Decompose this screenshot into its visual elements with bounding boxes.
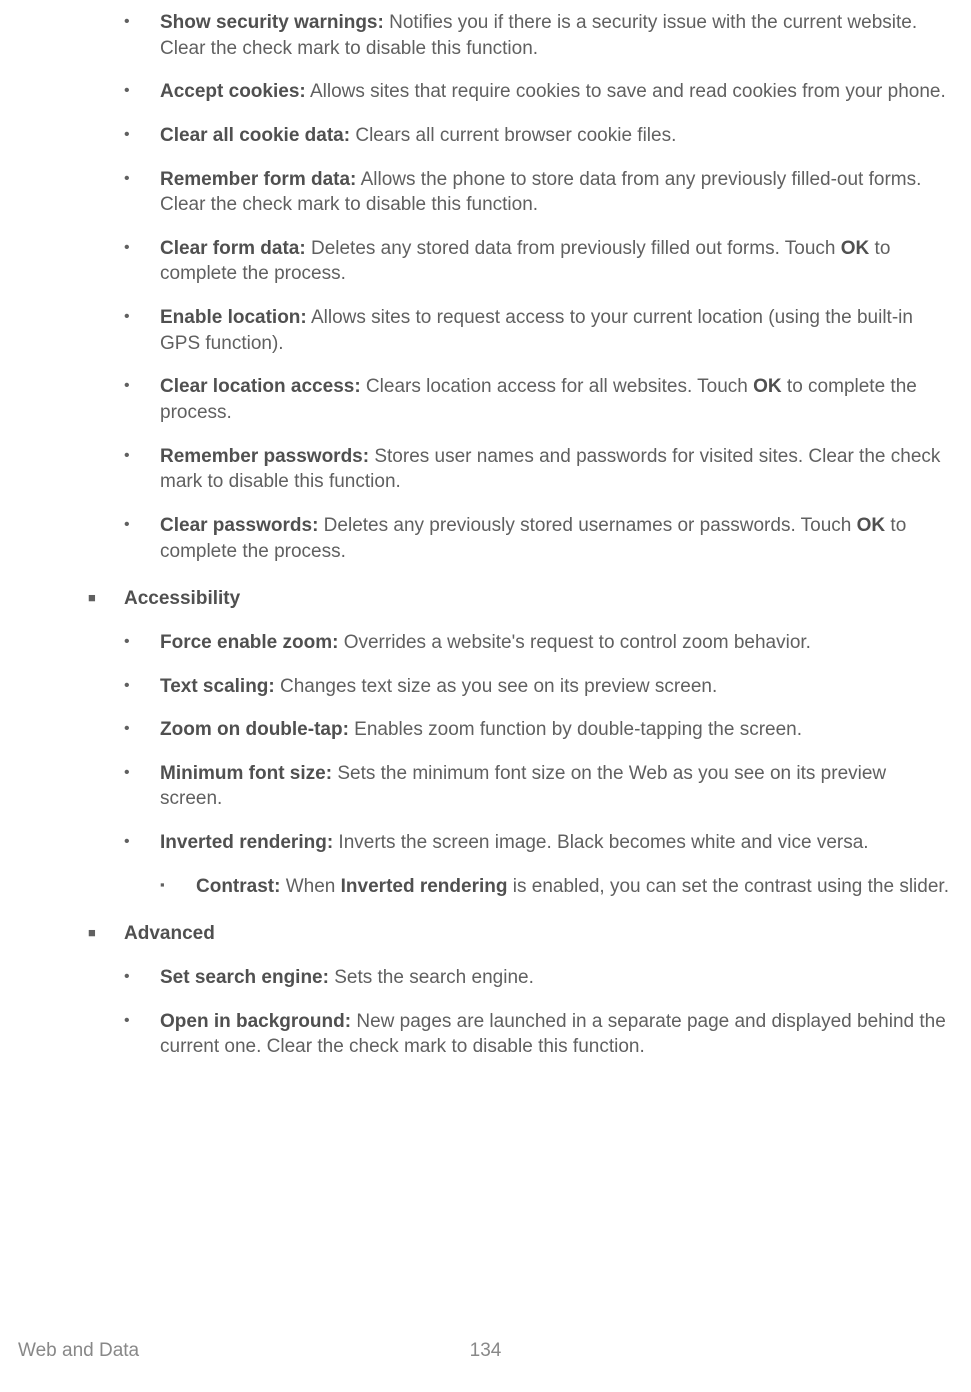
bullet-icon: • bbox=[124, 10, 160, 61]
list-item-body: Zoom on double-tap: Enables zoom functio… bbox=[160, 717, 953, 743]
bullet-icon: • bbox=[124, 830, 160, 856]
list-item: •Inverted rendering: Inverts the screen … bbox=[18, 830, 953, 856]
list-item-label: Clear all cookie data: bbox=[160, 125, 350, 146]
list-item-desc: Overrides a website's request to control… bbox=[338, 632, 811, 653]
sections: ■Accessibility•Force enable zoom: Overri… bbox=[18, 586, 953, 1060]
list-item: •Minimum font size: Sets the minimum fon… bbox=[18, 761, 953, 812]
sub-list-item: ▪Contrast: When Inverted rendering is en… bbox=[18, 874, 953, 900]
list-item-desc: When bbox=[280, 876, 340, 897]
section-title: Advanced bbox=[124, 921, 215, 947]
list-item: •Accept cookies: Allows sites that requi… bbox=[18, 79, 953, 105]
list-item-label: Zoom on double-tap: bbox=[160, 719, 349, 740]
bullet-icon: • bbox=[124, 965, 160, 991]
list-item: •Force enable zoom: Overrides a website'… bbox=[18, 630, 953, 656]
bold-inline: OK bbox=[753, 376, 782, 397]
list-item: •Remember form data: Allows the phone to… bbox=[18, 167, 953, 218]
bullet-icon: • bbox=[124, 674, 160, 700]
list-item-label: Inverted rendering: bbox=[160, 832, 333, 853]
section-title: Accessibility bbox=[124, 586, 240, 612]
list-item: •Open in background: New pages are launc… bbox=[18, 1009, 953, 1060]
list-item-body: Text scaling: Changes text size as you s… bbox=[160, 674, 953, 700]
bold-inline: OK bbox=[841, 238, 870, 259]
list-item-label: Enable location: bbox=[160, 307, 307, 328]
bullet-icon: • bbox=[124, 761, 160, 812]
list-item-label: Text scaling: bbox=[160, 676, 275, 697]
list-item-desc: Enables zoom function by double-tapping … bbox=[349, 719, 802, 740]
bullet-icon: • bbox=[124, 630, 160, 656]
list-item-body: Clear form data: Deletes any stored data… bbox=[160, 236, 953, 287]
list-item-body: Contrast: When Inverted rendering is ena… bbox=[196, 874, 953, 900]
list-item-desc: Clears location access for all websites.… bbox=[361, 376, 754, 397]
small-square-bullet-icon: ▪ bbox=[160, 874, 196, 900]
list-item-body: Accept cookies: Allows sites that requir… bbox=[160, 79, 953, 105]
list-item-desc: Clears all current browser cookie files. bbox=[350, 125, 676, 146]
bullet-icon: • bbox=[124, 1009, 160, 1060]
list-item-body: Enable location: Allows sites to request… bbox=[160, 305, 953, 356]
list-item-label: Remember form data: bbox=[160, 169, 356, 190]
list-item-label: Contrast: bbox=[196, 876, 280, 897]
list-item-label: Force enable zoom: bbox=[160, 632, 338, 653]
list-item-label: Minimum font size: bbox=[160, 763, 332, 784]
footer-page-number: 134 bbox=[470, 1338, 502, 1364]
bold-inline: OK bbox=[857, 515, 886, 536]
list-item-body: Clear location access: Clears location a… bbox=[160, 374, 953, 425]
list-item-body: Set search engine: Sets the search engin… bbox=[160, 965, 953, 991]
list-item-desc: Inverts the screen image. Black becomes … bbox=[333, 832, 868, 853]
bullet-icon: • bbox=[124, 79, 160, 105]
list-item-body: Clear all cookie data: Clears all curren… bbox=[160, 123, 953, 149]
bullet-icon: • bbox=[124, 374, 160, 425]
list-item-label: Accept cookies: bbox=[160, 81, 306, 102]
list-item: •Clear all cookie data: Clears all curre… bbox=[18, 123, 953, 149]
list-item-desc: Allows sites that require cookies to sav… bbox=[306, 81, 946, 102]
list-item-body: Remember passwords: Stores user names an… bbox=[160, 444, 953, 495]
list-item-label: Clear location access: bbox=[160, 376, 361, 397]
bold-inline: Inverted rendering bbox=[341, 876, 508, 897]
list-item-label: Show security warnings: bbox=[160, 12, 384, 33]
list-item-label: Open in background: bbox=[160, 1011, 351, 1032]
bullet-icon: • bbox=[124, 717, 160, 743]
footer-section-title: Web and Data bbox=[18, 1338, 139, 1364]
list-item: •Zoom on double-tap: Enables zoom functi… bbox=[18, 717, 953, 743]
list-item-desc: is enabled, you can set the contrast usi… bbox=[507, 876, 949, 897]
bullet-icon: • bbox=[124, 513, 160, 564]
bullet-icon: • bbox=[124, 444, 160, 495]
list-item: •Clear passwords: Deletes any previously… bbox=[18, 513, 953, 564]
list-item: •Show security warnings: Notifies you if… bbox=[18, 10, 953, 61]
bullet-icon: • bbox=[124, 167, 160, 218]
list-item-desc: Deletes any previously stored usernames … bbox=[318, 515, 856, 536]
list-item-body: Force enable zoom: Overrides a website's… bbox=[160, 630, 953, 656]
document-page: •Show security warnings: Notifies you if… bbox=[0, 0, 971, 1060]
list-item: •Text scaling: Changes text size as you … bbox=[18, 674, 953, 700]
bullet-icon: • bbox=[124, 236, 160, 287]
list-item-body: Clear passwords: Deletes any previously … bbox=[160, 513, 953, 564]
list-item-desc: Sets the search engine. bbox=[329, 967, 534, 988]
list-item: •Enable location: Allows sites to reques… bbox=[18, 305, 953, 356]
list-item-body: Open in background: New pages are launch… bbox=[160, 1009, 953, 1060]
square-bullet-icon: ■ bbox=[88, 921, 124, 947]
list-item-label: Remember passwords: bbox=[160, 446, 369, 467]
list-item-desc: Changes text size as you see on its prev… bbox=[275, 676, 718, 697]
list-item-label: Set search engine: bbox=[160, 967, 329, 988]
list-item: •Clear form data: Deletes any stored dat… bbox=[18, 236, 953, 287]
list-item: •Set search engine: Sets the search engi… bbox=[18, 965, 953, 991]
pre-items: •Show security warnings: Notifies you if… bbox=[18, 10, 953, 564]
list-item-label: Clear form data: bbox=[160, 238, 306, 259]
section-heading: ■Accessibility bbox=[18, 586, 953, 612]
list-item-body: Show security warnings: Notifies you if … bbox=[160, 10, 953, 61]
page-footer: Web and Data 134 bbox=[0, 1338, 971, 1364]
list-item-desc: Deletes any stored data from previously … bbox=[306, 238, 841, 259]
list-item: •Remember passwords: Stores user names a… bbox=[18, 444, 953, 495]
list-item-label: Clear passwords: bbox=[160, 515, 318, 536]
list-item: •Clear location access: Clears location … bbox=[18, 374, 953, 425]
list-item-body: Inverted rendering: Inverts the screen i… bbox=[160, 830, 953, 856]
bullet-icon: • bbox=[124, 123, 160, 149]
bullet-icon: • bbox=[124, 305, 160, 356]
square-bullet-icon: ■ bbox=[88, 586, 124, 612]
list-item-body: Minimum font size: Sets the minimum font… bbox=[160, 761, 953, 812]
list-item-body: Remember form data: Allows the phone to … bbox=[160, 167, 953, 218]
section-heading: ■Advanced bbox=[18, 921, 953, 947]
